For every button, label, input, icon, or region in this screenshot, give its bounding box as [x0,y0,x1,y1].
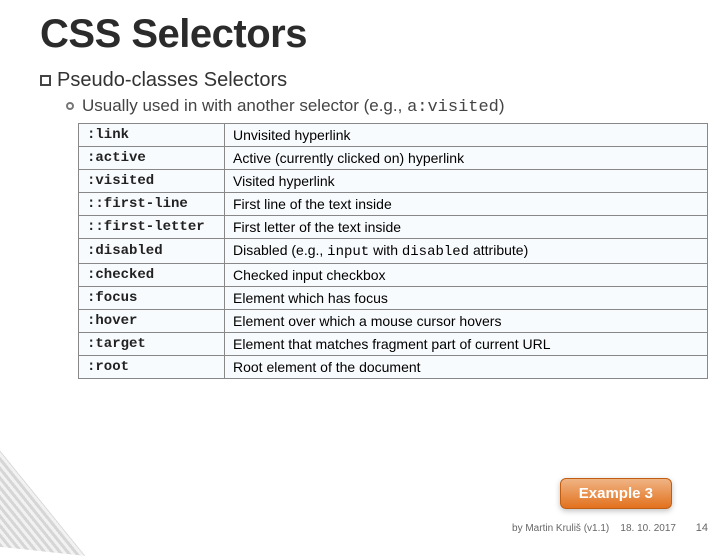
ring-bullet-icon [66,102,74,110]
selector-cell: ::first-letter [79,216,225,239]
subheading: Pseudo-classes Selectors [40,69,688,92]
table-row: :disabledDisabled (e.g., input with disa… [79,239,708,264]
footer-date: 18. 10. 2017 [620,523,676,534]
table-row: :targetElement that matches fragment par… [79,333,708,356]
description-cell: Root element of the document [225,356,708,379]
subline-prefix: Usually used in with another selector (e… [82,96,407,115]
description-cell: Active (currently clicked on) hyperlink [225,147,708,170]
example-badge: Example 3 [560,478,672,509]
description-cell: First line of the text inside [225,193,708,216]
slide: CSS Selectors Pseudo-classes Selectors U… [0,0,720,540]
page-number: 14 [696,522,708,534]
description-cell: Element over which a mouse cursor hovers [225,310,708,333]
footer: by Martin Kruliš (v1.1) 18. 10. 2017 [512,523,676,534]
description-cell: Disabled (e.g., input with disabled attr… [225,239,708,264]
description-cell: Visited hyperlink [225,170,708,193]
selector-cell: ::first-line [79,193,225,216]
description-cell: First letter of the text inside [225,216,708,239]
selector-cell: :hover [79,310,225,333]
corner-decoration-icon [0,424,98,556]
description-cell: Unvisited hyperlink [225,124,708,147]
description-cell: Element which has focus [225,287,708,310]
selector-cell: :active [79,147,225,170]
table-row: :linkUnvisited hyperlink [79,124,708,147]
description-cell: Checked input checkbox [225,264,708,287]
selector-cell: :disabled [79,239,225,264]
table-row: :activeActive (currently clicked on) hyp… [79,147,708,170]
subline-suffix: ) [499,96,505,115]
subline: Usually used in with another selector (e… [66,96,688,117]
table-row: :focusElement which has focus [79,287,708,310]
table-row: :hoverElement over which a mouse cursor … [79,310,708,333]
subhead-rest: Selectors [204,69,287,91]
square-bullet-icon [40,75,51,86]
table-row: ::first-lineFirst line of the text insid… [79,193,708,216]
selectors-table: :linkUnvisited hyperlink:activeActive (c… [78,123,708,379]
selector-cell: :link [79,124,225,147]
selector-cell: :root [79,356,225,379]
table-row: :checkedChecked input checkbox [79,264,708,287]
selector-cell: :visited [79,170,225,193]
selector-cell: :checked [79,264,225,287]
selector-cell: :focus [79,287,225,310]
footer-author: by Martin Kruliš (v1.1) [512,523,609,534]
subline-code: a:visited [407,98,499,117]
subhead-prefix: Pseudo-classes [57,69,204,91]
page-title: CSS Selectors [40,12,688,57]
table-row: :rootRoot element of the document [79,356,708,379]
description-cell: Element that matches fragment part of cu… [225,333,708,356]
selector-cell: :target [79,333,225,356]
table-row: :visitedVisited hyperlink [79,170,708,193]
table-row: ::first-letterFirst letter of the text i… [79,216,708,239]
